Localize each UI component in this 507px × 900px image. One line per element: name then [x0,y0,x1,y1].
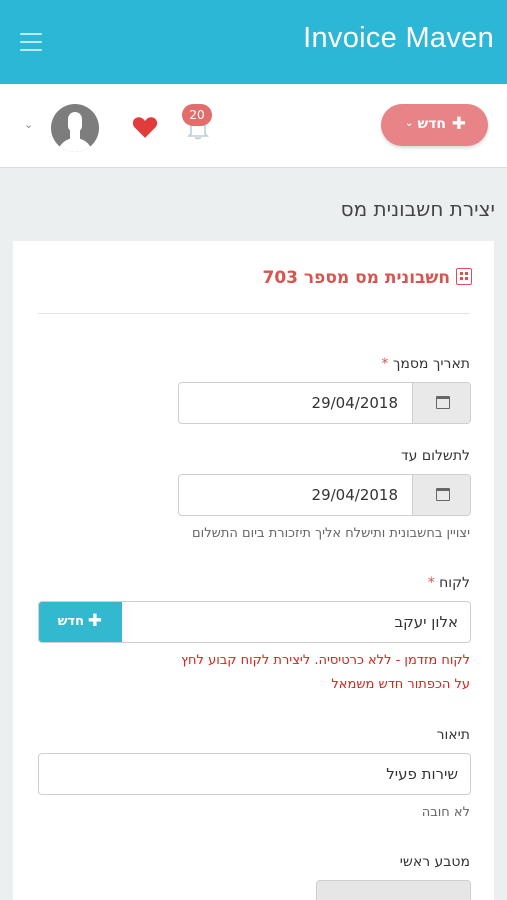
description-label: תיאור [436,727,470,743]
due-date-input[interactable]: 29/04/2018 [178,474,471,516]
page-title: יצירת חשבונית מס [340,197,495,221]
app-title: Invoice Maven [303,22,494,54]
calendar-icon [436,396,450,409]
due-date-label: לתשלום עד [401,448,470,464]
client-warning-line2: על הכפתור חדש משמאל [331,677,470,692]
app-header: Invoice Maven [0,0,507,84]
due-date-help: יצויין בחשבונית ותישלח אליך תיזכורת ביום… [192,526,470,541]
new-button-label: חדש [417,116,446,132]
doc-date-label: תאריך מסמך * [377,356,470,372]
heart-icon[interactable] [132,115,158,139]
description-value: שירות פעיל [386,765,458,783]
currency-select[interactable] [316,880,471,900]
due-date-value: 29/04/2018 [311,486,398,504]
currency-label: מטבע ראשי [399,854,470,870]
calendar-icon [436,488,450,501]
calendar-button[interactable] [412,475,470,515]
client-label: לקוח * [424,575,470,591]
doc-date-label-text: תאריך מסמך [392,356,470,372]
client-label-text: לקוח [439,575,470,591]
client-input[interactable]: ✚ חדש אלון יעקב [38,601,471,643]
doc-date-value: 29/04/2018 [311,394,398,412]
form-card [13,241,494,900]
required-mark: * [427,575,435,591]
description-input[interactable]: שירות פעיל [38,753,471,795]
required-mark: * [381,356,389,372]
calendar-button[interactable] [412,383,470,423]
plus-icon: ✚ [87,611,102,631]
calculator-icon [456,268,472,285]
description-help: לא חובה [421,805,470,820]
menu-icon[interactable] [20,33,42,51]
invoice-heading: חשבונית מס מספר 703 [263,268,472,288]
client-warning-line1: לקוח מזדמן - ללא כרטיסיה. ליצירת לקוח קב… [181,653,470,668]
divider [38,313,470,314]
doc-date-input[interactable]: 29/04/2018 [178,382,471,424]
plus-icon: ✚ [451,114,466,134]
chevron-down-icon: ⌄ [405,118,414,129]
new-client-label: חדש [57,614,84,629]
invoice-heading-text: חשבונית מס מספר 703 [262,268,450,288]
chevron-down-icon[interactable]: ⌄ [24,118,33,131]
client-value: אלון יעקב [394,613,458,631]
notification-badge[interactable]: 20 [182,104,212,126]
new-document-button[interactable]: ✚ חדש ⌄ [381,104,488,146]
avatar[interactable] [51,104,99,152]
new-client-button[interactable]: ✚ חדש [39,602,122,642]
